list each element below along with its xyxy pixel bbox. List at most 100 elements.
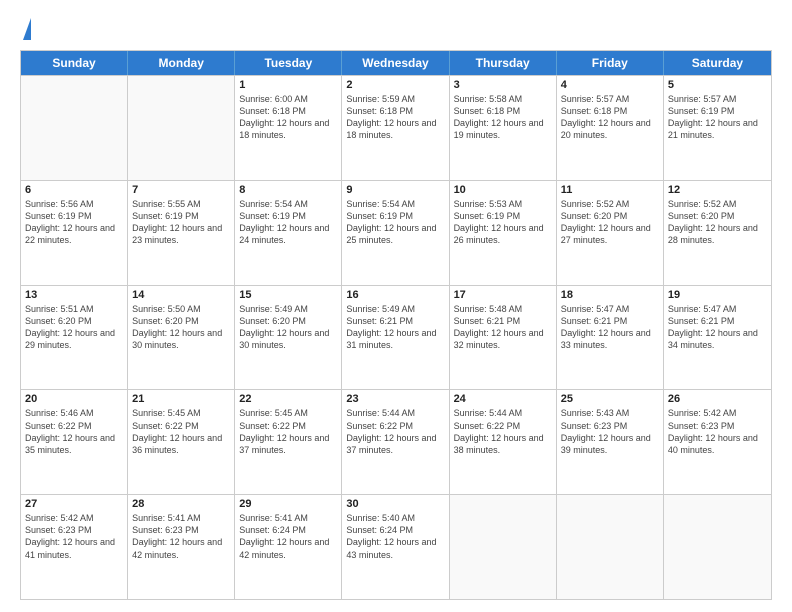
calendar-cell: 22 Sunrise: 5:45 AM Sunset: 6:22 PM Dayli… [235, 390, 342, 494]
calendar-cell: 8Sunrise: 5:54 AM Sunset: 6:19 PM Daylig… [235, 181, 342, 285]
calendar-cell: 29 Sunrise: 5:41 AM Sunset: 6:24 PM Dayli… [235, 495, 342, 599]
day-info: Sunrise: 5:55 AM Sunset: 6:19 PM Dayligh… [132, 198, 230, 247]
calendar-header-sunday: Sunday [21, 51, 128, 75]
logo-triangle-icon [23, 18, 31, 40]
day-number: 9 [346, 184, 444, 196]
day-info: Sunrise: 5:44 AM Sunset: 6:22 PM Dayligh… [454, 407, 552, 456]
day-number: 19 [668, 289, 767, 301]
calendar-cell [21, 76, 128, 180]
calendar: SundayMondayTuesdayWednesdayThursdayFrid… [20, 50, 772, 600]
day-number: 1 [239, 79, 337, 91]
day-info: Sunrise: 5:44 AM Sunset: 6:22 PM Dayligh… [346, 407, 444, 456]
calendar-cell: 30 Sunrise: 5:40 AM Sunset: 6:24 PM Dayli… [342, 495, 449, 599]
day-info: Sunrise: 5:45 AM Sunset: 6:22 PM Dayligh… [239, 407, 337, 456]
day-info: Sunrise: 5:47 AM Sunset: 6:21 PM Dayligh… [561, 303, 659, 352]
day-number: 12 [668, 184, 767, 196]
day-info: Sunrise: 5:52 AM Sunset: 6:20 PM Dayligh… [561, 198, 659, 247]
calendar-cell: 21 Sunrise: 5:45 AM Sunset: 6:22 PM Dayli… [128, 390, 235, 494]
calendar-week-2: 6 Sunrise: 5:56 AM Sunset: 6:19 PM Daylig… [21, 180, 771, 285]
day-number: 15 [239, 289, 337, 301]
calendar-cell: 28 Sunrise: 5:41 AM Sunset: 6:23 PM Dayli… [128, 495, 235, 599]
calendar-cell: 16 Sunrise: 5:49 AM Sunset: 6:21 PM Dayli… [342, 286, 449, 390]
calendar-header-monday: Monday [128, 51, 235, 75]
calendar-cell [128, 76, 235, 180]
calendar-cell: 1 Sunrise: 6:00 AM Sunset: 6:18 PM Daylig… [235, 76, 342, 180]
day-info: Sunrise: 5:42 AM Sunset: 6:23 PM Dayligh… [25, 512, 123, 561]
day-number: 25 [561, 393, 659, 405]
day-info: Sunrise: 5:43 AM Sunset: 6:23 PM Dayligh… [561, 407, 659, 456]
calendar-cell: 13Sunrise: 5:51 AM Sunset: 6:20 PM Dayli… [21, 286, 128, 390]
calendar-cell: 2 Sunrise: 5:59 AM Sunset: 6:18 PM Daylig… [342, 76, 449, 180]
day-info: Sunrise: 5:48 AM Sunset: 6:21 PM Dayligh… [454, 303, 552, 352]
calendar-cell: 9Sunrise: 5:54 AM Sunset: 6:19 PM Daylig… [342, 181, 449, 285]
calendar-week-3: 13Sunrise: 5:51 AM Sunset: 6:20 PM Dayli… [21, 285, 771, 390]
day-number: 6 [25, 184, 123, 196]
day-number: 2 [346, 79, 444, 91]
day-number: 11 [561, 184, 659, 196]
calendar-cell [664, 495, 771, 599]
day-info: Sunrise: 5:41 AM Sunset: 6:24 PM Dayligh… [239, 512, 337, 561]
calendar-week-4: 20 Sunrise: 5:46 AM Sunset: 6:22 PM Dayli… [21, 389, 771, 494]
calendar-cell: 27Sunrise: 5:42 AM Sunset: 6:23 PM Dayli… [21, 495, 128, 599]
calendar-cell: 26 Sunrise: 5:42 AM Sunset: 6:23 PM Dayli… [664, 390, 771, 494]
calendar-cell: 18 Sunrise: 5:47 AM Sunset: 6:21 PM Dayli… [557, 286, 664, 390]
calendar-cell: 17 Sunrise: 5:48 AM Sunset: 6:21 PM Dayli… [450, 286, 557, 390]
day-info: Sunrise: 5:46 AM Sunset: 6:22 PM Dayligh… [25, 407, 123, 456]
calendar-cell: 19 Sunrise: 5:47 AM Sunset: 6:21 PM Dayli… [664, 286, 771, 390]
calendar-header-saturday: Saturday [664, 51, 771, 75]
day-number: 7 [132, 184, 230, 196]
day-number: 14 [132, 289, 230, 301]
day-info: Sunrise: 5:59 AM Sunset: 6:18 PM Dayligh… [346, 93, 444, 142]
calendar-header-wednesday: Wednesday [342, 51, 449, 75]
day-info: Sunrise: 6:00 AM Sunset: 6:18 PM Dayligh… [239, 93, 337, 142]
day-info: Sunrise: 5:40 AM Sunset: 6:24 PM Dayligh… [346, 512, 444, 561]
day-info: Sunrise: 5:58 AM Sunset: 6:18 PM Dayligh… [454, 93, 552, 142]
calendar-cell: 14 Sunrise: 5:50 AM Sunset: 6:20 PM Dayli… [128, 286, 235, 390]
day-info: Sunrise: 5:41 AM Sunset: 6:23 PM Dayligh… [132, 512, 230, 561]
calendar-cell: 7 Sunrise: 5:55 AM Sunset: 6:19 PM Daylig… [128, 181, 235, 285]
calendar-cell: 3 Sunrise: 5:58 AM Sunset: 6:18 PM Daylig… [450, 76, 557, 180]
day-info: Sunrise: 5:52 AM Sunset: 6:20 PM Dayligh… [668, 198, 767, 247]
calendar-cell: 12 Sunrise: 5:52 AM Sunset: 6:20 PM Dayli… [664, 181, 771, 285]
calendar-cell: 24 Sunrise: 5:44 AM Sunset: 6:22 PM Dayli… [450, 390, 557, 494]
calendar-cell: 15 Sunrise: 5:49 AM Sunset: 6:20 PM Dayli… [235, 286, 342, 390]
day-number: 20 [25, 393, 123, 405]
calendar-cell: 20 Sunrise: 5:46 AM Sunset: 6:22 PM Dayli… [21, 390, 128, 494]
day-info: Sunrise: 5:50 AM Sunset: 6:20 PM Dayligh… [132, 303, 230, 352]
day-number: 16 [346, 289, 444, 301]
day-number: 28 [132, 498, 230, 510]
day-info: Sunrise: 5:49 AM Sunset: 6:20 PM Dayligh… [239, 303, 337, 352]
day-number: 22 [239, 393, 337, 405]
day-number: 29 [239, 498, 337, 510]
calendar-cell: 5Sunrise: 5:57 AM Sunset: 6:19 PM Daylig… [664, 76, 771, 180]
day-number: 10 [454, 184, 552, 196]
day-number: 8 [239, 184, 337, 196]
day-number: 3 [454, 79, 552, 91]
calendar-header-tuesday: Tuesday [235, 51, 342, 75]
day-number: 13 [25, 289, 123, 301]
day-info: Sunrise: 5:49 AM Sunset: 6:21 PM Dayligh… [346, 303, 444, 352]
day-number: 4 [561, 79, 659, 91]
calendar-header-thursday: Thursday [450, 51, 557, 75]
calendar-cell: 25 Sunrise: 5:43 AM Sunset: 6:23 PM Dayli… [557, 390, 664, 494]
day-number: 18 [561, 289, 659, 301]
calendar-week-1: 1 Sunrise: 6:00 AM Sunset: 6:18 PM Daylig… [21, 75, 771, 180]
day-info: Sunrise: 5:57 AM Sunset: 6:18 PM Dayligh… [561, 93, 659, 142]
day-number: 30 [346, 498, 444, 510]
day-info: Sunrise: 5:56 AM Sunset: 6:19 PM Dayligh… [25, 198, 123, 247]
day-info: Sunrise: 5:42 AM Sunset: 6:23 PM Dayligh… [668, 407, 767, 456]
calendar-cell [557, 495, 664, 599]
calendar-week-5: 27Sunrise: 5:42 AM Sunset: 6:23 PM Dayli… [21, 494, 771, 599]
day-number: 5 [668, 79, 767, 91]
day-number: 26 [668, 393, 767, 405]
logo [20, 18, 31, 40]
day-info: Sunrise: 5:47 AM Sunset: 6:21 PM Dayligh… [668, 303, 767, 352]
day-number: 24 [454, 393, 552, 405]
calendar-cell [450, 495, 557, 599]
day-number: 17 [454, 289, 552, 301]
calendar-cell: 10Sunrise: 5:53 AM Sunset: 6:19 PM Dayli… [450, 181, 557, 285]
day-info: Sunrise: 5:45 AM Sunset: 6:22 PM Dayligh… [132, 407, 230, 456]
day-number: 21 [132, 393, 230, 405]
calendar-cell: 6 Sunrise: 5:56 AM Sunset: 6:19 PM Daylig… [21, 181, 128, 285]
page: SundayMondayTuesdayWednesdayThursdayFrid… [0, 0, 792, 612]
